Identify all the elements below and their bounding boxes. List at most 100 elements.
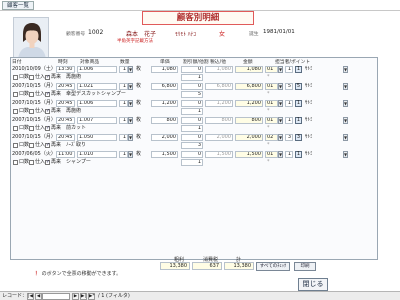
record-price[interactable]: 6,800	[151, 83, 178, 90]
nav-new-icon[interactable]: ▶*	[88, 293, 95, 300]
opt2-checkbox[interactable]	[29, 92, 34, 97]
staff-dropdown-icon[interactable]: ▼	[278, 100, 283, 107]
repeat-checkbox[interactable]	[45, 108, 50, 114]
tab-customer-list[interactable]: 顧客一覧	[2, 1, 35, 10]
record-time[interactable]: 13:30	[56, 66, 75, 73]
opt2-checkbox[interactable]	[29, 160, 34, 165]
record-price[interactable]: 1,500	[151, 151, 178, 158]
record-discount[interactable]: 0	[181, 100, 203, 107]
record-time[interactable]: 20:45	[56, 100, 75, 107]
record-point-badge[interactable]: 1	[295, 151, 302, 158]
record-price[interactable]: 2,000	[151, 134, 178, 141]
nav-prev-icon[interactable]: ◀	[35, 293, 42, 300]
record-time[interactable]: 20:45	[56, 117, 75, 124]
staff-dropdown-icon[interactable]: ▼	[278, 134, 283, 141]
record-item-code[interactable]: 1.006	[77, 100, 117, 107]
record-price[interactable]: 1,200	[151, 100, 178, 107]
staff-name-dropdown-icon[interactable]: ▼	[343, 66, 348, 73]
record-item-code[interactable]: 1.021	[77, 83, 117, 90]
opt1-checkbox[interactable]	[13, 160, 18, 165]
record-discount[interactable]: 0	[181, 117, 203, 124]
record-staff-no[interactable]: 01	[265, 117, 278, 124]
record-main-line: 2007/10/15（月） 20:45 1.021 1 ▼ 枚 6,800 0 …	[11, 83, 377, 91]
record-qty[interactable]: 1	[119, 100, 128, 107]
record-qty[interactable]: 1	[119, 117, 128, 124]
record-item-code[interactable]: 1.010	[77, 151, 117, 158]
opt2-checkbox[interactable]	[29, 75, 34, 80]
staff-name-dropdown-icon[interactable]: ▼	[343, 134, 348, 141]
repeat-checkbox[interactable]	[45, 125, 50, 131]
opt1-checkbox[interactable]	[13, 92, 18, 97]
record-discount[interactable]: 0	[181, 151, 203, 158]
opt1-checkbox[interactable]	[13, 75, 18, 80]
repeat-checkbox[interactable]	[45, 91, 50, 97]
opt2-checkbox[interactable]	[29, 143, 34, 148]
repeat-checkbox[interactable]	[45, 142, 50, 148]
record-qty[interactable]: 1	[119, 134, 128, 141]
record-price[interactable]: 1,080	[151, 66, 178, 73]
staff-name-dropdown-icon[interactable]: ▼	[343, 100, 348, 107]
record-points[interactable]: 1	[285, 151, 293, 158]
record-staff-no[interactable]: 01	[265, 100, 278, 107]
record-price[interactable]: 800	[151, 117, 178, 124]
record-sub-star: *	[267, 91, 270, 97]
staff-dropdown-icon[interactable]: ▼	[278, 66, 283, 73]
record-main-line: 2007/10/15（月） 20:45 1.050 1 ▼ 枚 2,000 0 …	[11, 134, 377, 142]
select-all-button[interactable]: すべてのﾁｪｯｸ	[256, 262, 290, 271]
repeat-checkbox[interactable]	[45, 159, 50, 165]
qty-dropdown-icon[interactable]: ▼	[128, 151, 133, 158]
record-discount[interactable]: 0	[181, 66, 203, 73]
record-staff-no[interactable]: 01	[265, 83, 278, 90]
record-points[interactable]: 1	[285, 66, 293, 73]
record-point-badge[interactable]: 5	[295, 83, 302, 90]
record-point-badge[interactable]: 1	[295, 66, 302, 73]
record-staff-no[interactable]: 01	[265, 151, 278, 158]
record-points[interactable]: 1	[285, 117, 293, 124]
record-point-badge[interactable]: 1	[295, 117, 302, 124]
opt2-checkbox[interactable]	[29, 126, 34, 131]
print-button[interactable]: 印刷	[294, 262, 316, 271]
record-qty[interactable]: 1	[119, 83, 128, 90]
record-item-code[interactable]: 1.007	[77, 117, 117, 124]
record-point-badge[interactable]: 3	[295, 134, 302, 141]
staff-dropdown-icon[interactable]: ▼	[278, 117, 283, 124]
qty-dropdown-icon[interactable]: ▼	[128, 83, 133, 90]
opt2-checkbox[interactable]	[29, 109, 34, 114]
staff-name-dropdown-icon[interactable]: ▼	[343, 151, 348, 158]
record-staff-no[interactable]: 02	[265, 134, 278, 141]
nav-first-icon[interactable]: |◀	[27, 293, 34, 300]
record-staff-no[interactable]: 01	[265, 66, 278, 73]
close-button[interactable]: 閉じる	[298, 278, 328, 291]
record-date: 2007/10/15（月）	[12, 117, 56, 123]
record-item-code[interactable]: 1.006	[77, 66, 117, 73]
qty-dropdown-icon[interactable]: ▼	[128, 117, 133, 124]
record-discount[interactable]: 0	[181, 134, 203, 141]
staff-dropdown-icon[interactable]: ▼	[278, 151, 283, 158]
opt1-checkbox[interactable]	[13, 126, 18, 131]
staff-name-dropdown-icon[interactable]: ▼	[343, 83, 348, 90]
customer-kana: ﾓﾘﾓﾄ ﾊﾅｺ	[175, 32, 196, 38]
record-item-code[interactable]: 1.050	[77, 134, 117, 141]
record-staff-name: ｻﾄﾐ	[305, 66, 313, 72]
qty-dropdown-icon[interactable]: ▼	[128, 66, 133, 73]
record-points[interactable]: 1	[285, 100, 293, 107]
record-point-badge[interactable]: 1	[295, 100, 302, 107]
record-points[interactable]: 5	[285, 83, 293, 90]
record-discount[interactable]: 0	[181, 83, 203, 90]
record-points[interactable]: 3	[285, 134, 293, 141]
record-time[interactable]: 20:45	[56, 134, 75, 141]
nav-last-icon[interactable]: ▶|	[80, 293, 87, 300]
repeat-checkbox[interactable]	[45, 74, 50, 80]
opt1-checkbox[interactable]	[13, 109, 18, 114]
qty-dropdown-icon[interactable]: ▼	[128, 134, 133, 141]
opt1-checkbox[interactable]	[13, 143, 18, 148]
record-time[interactable]: 11:00	[56, 151, 75, 158]
nav-next-icon[interactable]: ▶	[72, 293, 79, 300]
record-qty[interactable]: 1	[119, 66, 128, 73]
record-number-input[interactable]	[42, 293, 70, 300]
staff-dropdown-icon[interactable]: ▼	[278, 83, 283, 90]
qty-dropdown-icon[interactable]: ▼	[128, 100, 133, 107]
record-qty[interactable]: 1	[119, 151, 128, 158]
staff-name-dropdown-icon[interactable]: ▼	[343, 117, 348, 124]
record-time[interactable]: 20:45	[56, 83, 75, 90]
